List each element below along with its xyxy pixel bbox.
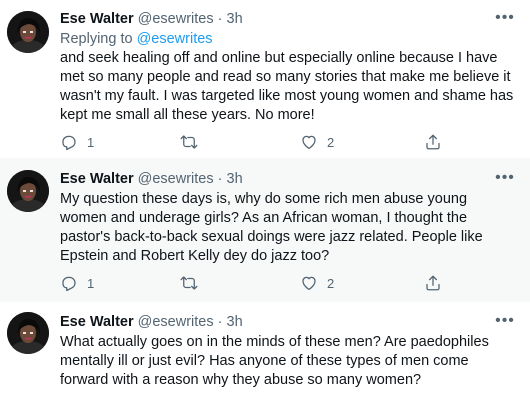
tweet-text: and seek healing off and online but espe… (60, 50, 514, 123)
replying-mention[interactable]: @esewrites (137, 31, 213, 47)
user-handle[interactable]: @esewrites (138, 171, 214, 187)
avatar[interactable] (7, 170, 49, 212)
share-icon (426, 134, 440, 150)
tweet-header: Ese Walter @esewrites · 3h (60, 170, 243, 188)
tweet[interactable]: Ese Walter @esewrites · 3h ••• Replying … (0, 0, 530, 158)
share-button[interactable] (424, 132, 442, 152)
tweet[interactable]: Ese Walter @esewrites · 3h ••• My questi… (0, 158, 530, 302)
avatar[interactable] (7, 312, 49, 354)
separator-dot: · (217, 11, 223, 27)
like-icon (302, 135, 316, 150)
tweet-header: Ese Walter @esewrites · 3h (60, 10, 243, 28)
timestamp[interactable]: 3h (227, 314, 243, 330)
share-icon (426, 275, 440, 291)
display-name[interactable]: Ese Walter (60, 11, 134, 27)
like-count: 2 (327, 275, 335, 291)
retweet-button[interactable] (180, 273, 207, 293)
separator-dot: · (217, 171, 223, 187)
like-icon (302, 276, 316, 291)
reply-count: 1 (87, 134, 95, 150)
avatar[interactable] (7, 11, 49, 53)
tweet-header: Ese Walter @esewrites · 3h (60, 313, 243, 331)
share-button[interactable] (424, 273, 442, 293)
reply-button[interactable]: 1 (60, 132, 94, 152)
display-name[interactable]: Ese Walter (60, 171, 134, 187)
like-button[interactable]: 2 (300, 273, 334, 293)
retweet-icon (180, 135, 198, 149)
like-count: 2 (327, 134, 335, 150)
reply-icon (62, 135, 76, 151)
more-icon[interactable]: ••• (494, 313, 516, 330)
replying-to: Replying to @esewrites (60, 30, 213, 48)
user-handle[interactable]: @esewrites (138, 11, 214, 27)
separator-dot: · (217, 314, 223, 330)
tweet-text: What actually goes on in the minds of th… (60, 334, 489, 388)
more-icon[interactable]: ••• (494, 170, 516, 187)
reply-button[interactable]: 1 (60, 273, 94, 293)
tweet-actions: 1 2 (60, 132, 440, 152)
replying-prefix: Replying to (60, 31, 137, 47)
timestamp[interactable]: 3h (227, 11, 243, 27)
retweet-button[interactable] (180, 132, 207, 152)
more-icon[interactable]: ••• (494, 10, 516, 27)
tweet[interactable]: Ese Walter @esewrites · 3h ••• What actu… (0, 302, 530, 400)
timeline: Ese Walter @esewrites · 3h ••• Replying … (0, 0, 530, 400)
reply-icon (62, 276, 76, 292)
tweet-actions: 1 2 (60, 273, 440, 293)
retweet-icon (180, 276, 198, 290)
reply-count: 1 (87, 275, 95, 291)
like-button[interactable]: 2 (300, 132, 334, 152)
display-name[interactable]: Ese Walter (60, 314, 134, 330)
tweet-text: My question these days is, why do some r… (60, 191, 483, 264)
user-handle[interactable]: @esewrites (138, 314, 214, 330)
timestamp[interactable]: 3h (227, 171, 243, 187)
